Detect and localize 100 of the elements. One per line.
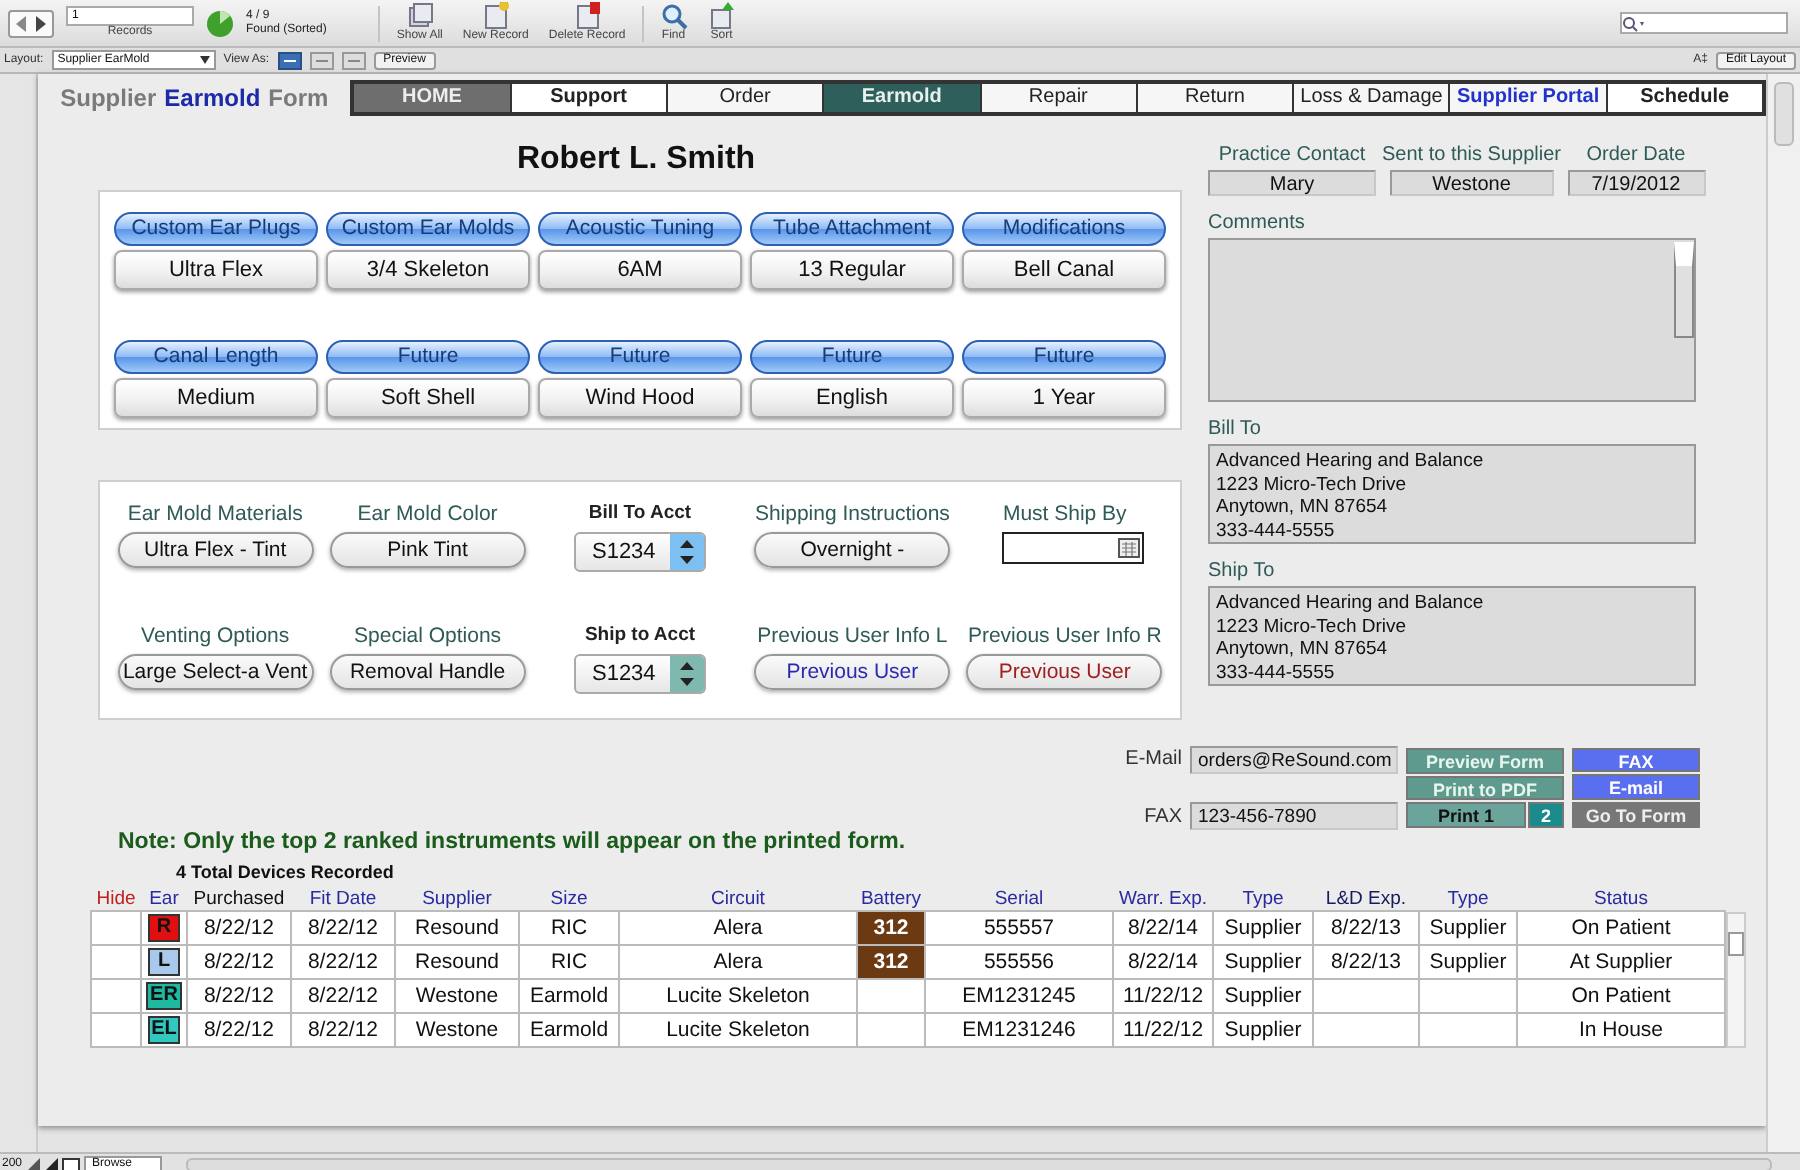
field-label: Special Options: [354, 624, 502, 650]
option-value-button[interactable]: 3/4 Skeleton: [326, 250, 530, 290]
column-header: Warr. Exp.: [1113, 886, 1213, 911]
option-header-button[interactable]: Future: [750, 340, 954, 374]
nav-tab[interactable]: Earmold: [824, 84, 980, 112]
value-button[interactable]: Large Select-a Vent: [117, 654, 314, 690]
table-cell: Westone: [395, 979, 519, 1013]
nav-tab[interactable]: Support: [511, 84, 666, 112]
option-value-button[interactable]: Soft Shell: [326, 378, 530, 418]
view-mode-button[interactable]: [277, 51, 302, 69]
table-cell: Resound: [395, 911, 519, 945]
option-header-button[interactable]: Future: [326, 340, 530, 374]
text-field[interactable]: 7/19/2012: [1567, 170, 1705, 196]
window-icon[interactable]: [62, 1157, 81, 1170]
option-value-button[interactable]: 6AM: [538, 250, 742, 290]
option-header-button[interactable]: Future: [538, 340, 742, 374]
note-text: Note: Only the top 2 ranked instruments will appear on the printed form.: [118, 830, 906, 854]
field-label: E-Mail: [1125, 748, 1182, 770]
horizontal-scrollbar[interactable]: [186, 1157, 1772, 1170]
ear-badge: L: [148, 948, 180, 976]
nav-tab[interactable]: Schedule: [1607, 84, 1762, 112]
account-dropdown[interactable]: S1234: [573, 532, 706, 572]
table-cell: 8/22/12: [291, 945, 395, 979]
table-cell: 8/22/13: [1313, 911, 1419, 945]
option-header-button[interactable]: Canal Length: [114, 340, 318, 374]
table-cell: 11/22/12: [1113, 979, 1213, 1013]
form-button[interactable]: E-mail: [1572, 774, 1700, 800]
column-header: L&D Exp.: [1313, 886, 1419, 911]
table-cell: Supplier: [1213, 1013, 1313, 1047]
forward-icon[interactable]: [32, 13, 50, 33]
delete-record-icon: [573, 2, 602, 30]
option-header-button[interactable]: Modifications: [962, 212, 1166, 246]
option-value-button[interactable]: Bell Canal: [962, 250, 1166, 290]
search-icon: [1622, 15, 1646, 31]
value-button[interactable]: Overnight -: [754, 532, 951, 568]
option-value-button[interactable]: English: [750, 378, 954, 418]
text-field[interactable]: Mary: [1208, 170, 1376, 196]
nav-tab[interactable]: Order: [667, 84, 823, 112]
column-header: Purchased: [187, 886, 291, 911]
calendar-icon[interactable]: [1117, 538, 1140, 558]
field-label: Previous User Info R: [967, 624, 1162, 650]
value-button[interactable]: Ultra Flex - Tint: [117, 532, 314, 568]
form-button[interactable]: Go To Form: [1572, 801, 1700, 829]
nav-tab[interactable]: Return: [1137, 84, 1293, 112]
nav-tab[interactable]: Loss & Damage: [1294, 84, 1449, 112]
option-value-button[interactable]: 13 Regular: [750, 250, 954, 290]
comments-field[interactable]: [1208, 238, 1696, 402]
zoom-in-icon[interactable]: [44, 1157, 59, 1170]
table-cell: Lucite Skeleton: [619, 979, 857, 1013]
option-value-button[interactable]: Ultra Flex: [114, 250, 318, 290]
sort-icon: [707, 2, 736, 30]
search-icon: [659, 2, 688, 30]
date-field[interactable]: [1001, 532, 1144, 564]
option-header-button[interactable]: Future: [962, 340, 1166, 374]
value-button[interactable]: Pink Tint: [329, 532, 526, 568]
value-button[interactable]: Previous User: [754, 654, 951, 690]
table-scrollbar[interactable]: [1726, 912, 1746, 1048]
option-header-button[interactable]: Custom Ear Molds: [326, 212, 530, 246]
field-label: Comments: [1208, 212, 1307, 238]
search-field[interactable]: [1620, 12, 1788, 34]
device-count: 4 Total Devices Recorded: [176, 862, 396, 886]
scrollbar[interactable]: [1674, 242, 1694, 338]
form-title: Form: [268, 84, 329, 112]
fax-field[interactable]: 123-456-7890: [1190, 802, 1398, 830]
field-label: Ship To: [1208, 560, 1277, 586]
address-field[interactable]: Advanced Hearing and Balance 1223 Micro-Tech Drive Anytown, MN 87654 333-444-5555: [1208, 586, 1696, 686]
ear-badge: ER: [146, 982, 182, 1010]
table-cell: Alera: [619, 945, 857, 979]
option-header-button[interactable]: Tube Attachment: [750, 212, 954, 246]
text-field[interactable]: Westone: [1389, 170, 1554, 196]
table-cell: At Supplier: [1517, 945, 1725, 979]
form-title: Supplier: [60, 84, 157, 112]
vertical-scrollbar[interactable]: [1766, 74, 1800, 1152]
option-value-button[interactable]: Medium: [114, 378, 318, 418]
record-navigator[interactable]: [8, 9, 54, 37]
form-button[interactable]: 2: [1528, 802, 1564, 828]
value-button[interactable]: Removal Handle: [329, 654, 526, 690]
nav-tab[interactable]: HOME: [354, 84, 510, 112]
option-header-button[interactable]: Acoustic Tuning: [538, 212, 742, 246]
form-button[interactable]: FAX: [1572, 747, 1700, 773]
table-cell: 8/22/12: [291, 1013, 395, 1047]
column-header: Type: [1419, 886, 1517, 911]
form-button[interactable]: Print 1: [1406, 802, 1526, 828]
table-cell: 11/22/12: [1113, 1013, 1213, 1047]
zoom-out-icon[interactable]: [26, 1157, 41, 1170]
option-value-button[interactable]: 1 Year: [962, 378, 1166, 418]
email-field[interactable]: orders@ReSound.com: [1190, 745, 1398, 773]
nav-tab[interactable]: Repair: [981, 84, 1136, 112]
table-cell: Supplier: [1419, 911, 1517, 945]
table-cell: 8/22/12: [291, 979, 395, 1013]
nav-tab[interactable]: Supplier Portal: [1450, 84, 1606, 112]
caret-icon: [199, 56, 210, 64]
option-value-button[interactable]: Wind Hood: [538, 378, 742, 418]
table-cell: Alera: [619, 911, 857, 945]
address-field[interactable]: Advanced Hearing and Balance 1223 Micro-Tech Drive Anytown, MN 87654 333-444-5555: [1208, 444, 1696, 544]
option-header-button[interactable]: Custom Ear Plugs: [114, 212, 318, 246]
value-button[interactable]: Previous User: [966, 654, 1163, 690]
account-dropdown[interactable]: S1234: [573, 654, 706, 694]
field-label: Sent to this Supplier: [1382, 144, 1561, 170]
records-icon: [405, 2, 434, 30]
